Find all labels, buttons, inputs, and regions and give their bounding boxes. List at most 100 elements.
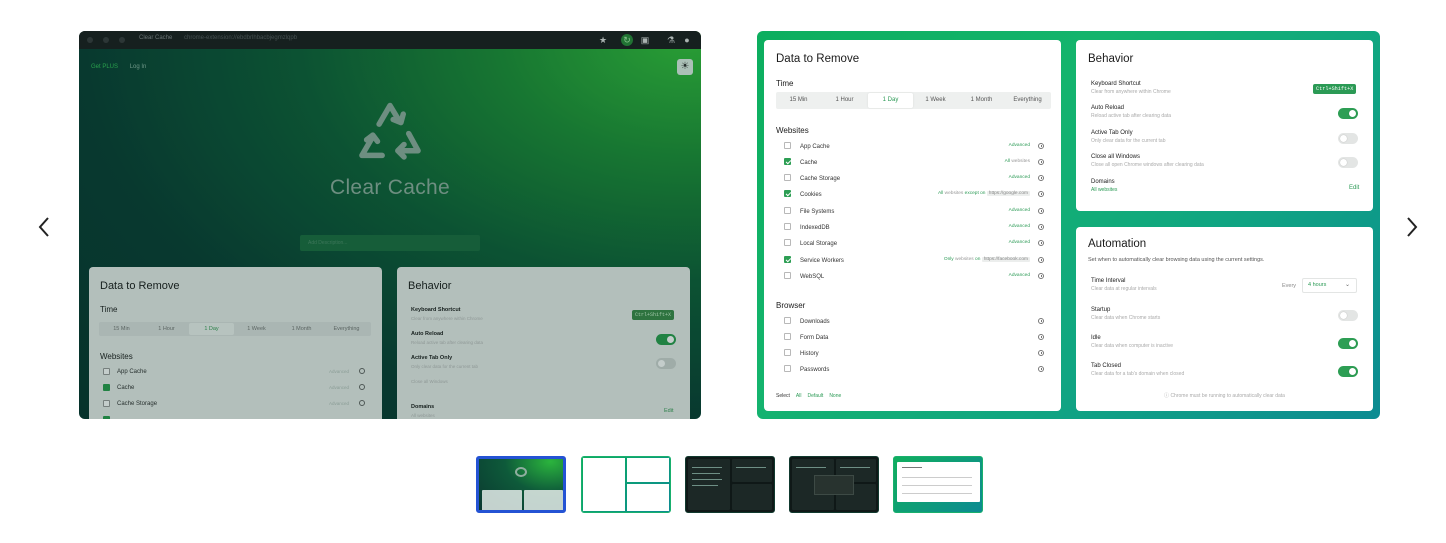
item-label: Cookies [800,192,822,198]
thumb-line [840,467,870,468]
checkbox [103,416,110,419]
browser-tab-title: Clear Cache [139,35,173,41]
mode-label: All websites except on https://google.co… [938,190,1030,198]
mode-part: Only [943,257,956,262]
time-label: Time [100,305,118,314]
active-tab-toggle [656,358,676,369]
setting-title: Close all Windows [1091,154,1141,160]
setting-title: Domains [411,404,435,410]
setting-title: Auto Reload [1091,105,1125,111]
time-option: 1 Hour [158,326,175,332]
browser-label: Browser [776,301,806,310]
star-icon: ★ [598,35,608,45]
profile-icon: ● [684,35,690,45]
checkbox [784,158,791,165]
thumb-line [692,479,722,480]
thumb-line [692,485,718,486]
slide-screenshot-main[interactable]: Clear Cache chrome-extension://ebdbrlhba… [79,31,701,419]
browser-url: chrome-extension://ebdbrlhbacbjegmzlqpb [184,35,298,41]
behavior-card: Behavior Keyboard Shortcut Clear from any… [1076,40,1373,211]
theme-toggle-icon: ☀ [677,59,693,75]
mode-label: Advanced [1008,208,1030,213]
item-label: Cache Storage [117,401,158,408]
checkbox [784,142,791,149]
item-label: File Systems [800,209,835,215]
thumb-line [902,477,972,478]
mode-label: Advanced [1008,143,1030,148]
info-icon [1038,191,1044,197]
setting-title: Idle [1091,335,1101,341]
card-title: Behavior [408,280,452,292]
behavior-card: Behavior Keyboard Shortcut Clear from an… [397,267,690,419]
checkbox [784,317,791,324]
thumb-line [902,485,972,486]
thumbnail-1-selected[interactable] [476,456,566,513]
list-item [103,416,117,419]
setting-desc: Only clear data for the current tab [411,364,479,369]
setting-row: Keyboard Shortcut Clear from anywhere wit… [1091,80,1171,96]
back-icon [87,37,93,43]
shortcut-badge: Ctrl+Shift+X [632,310,675,320]
thumb-card [524,490,563,510]
mode-label: Advanced [1008,273,1030,278]
websites-label: Websites [776,126,809,135]
list-item: Cache [784,158,817,167]
info-icon [1038,159,1044,165]
select-default-link: Default [807,393,824,399]
setting-title: Keyboard Shortcut [1091,81,1141,87]
auto-reload-toggle [1338,108,1358,119]
setting-desc: Close all open Chrome windows after clea… [1091,162,1204,168]
checkbox [784,239,791,246]
list-item: Downloads [784,317,830,326]
previous-slide-button[interactable] [32,210,56,244]
thumbnail-4[interactable] [789,456,879,513]
item-label: IndexedDB [800,225,830,231]
list-item: Cookies [784,190,822,199]
data-to-remove-card: Data to Remove Time 15 Min 1 Hour 1 Day … [89,267,382,419]
slide-screenshot-settings[interactable]: Data to Remove Time 15 Min 1 Hour 1 Day … [757,31,1380,419]
mode-label: Advanced [1008,175,1030,180]
time-option: Everything [1013,97,1042,103]
puzzle-icon: ▣ [640,35,650,45]
info-icon [359,368,365,374]
automation-card: Automation Set when to automatically cle… [1076,227,1373,411]
recycle-icon [359,102,421,160]
setting-row: Auto Reload Reload active tab after clear… [1091,104,1171,120]
setting-title: Active Tab Only [411,355,453,361]
setting-desc: Clear data when computer is inactive [1091,343,1173,349]
checkbox [103,368,110,375]
time-option: 1 Week [247,326,266,332]
thumbnail-3[interactable] [685,456,775,513]
checkbox [103,400,110,407]
every-label: Every [1282,283,1297,289]
time-option: 1 Week [925,97,946,103]
thumbnail-2[interactable] [581,456,671,513]
thumb-card [732,484,772,510]
mode-part: https://facebook.com [981,257,1030,262]
info-icon [1038,143,1044,149]
data-to-remove-card: Data to Remove Time 15 Min 1 Hour 1 Day … [764,40,1061,411]
select-label: Select [776,393,790,399]
info-icon [359,400,365,406]
setting-title: Startup [1091,307,1111,313]
item-label: Cache Storage [800,176,841,182]
time-option: Everything [333,326,360,332]
mode-part: except on [963,191,987,196]
setting-desc: Clear data when Chrome starts [1091,315,1161,321]
chevron-left-icon [38,217,49,237]
thumb-card [583,458,625,511]
websites-label: Websites [100,352,133,361]
setting-row: Domains All websites [1091,178,1117,194]
checkbox [784,223,791,230]
shortcut-badge: Ctrl+Shift+X [1313,84,1357,94]
thumb-line [692,467,722,468]
info-icon [1038,318,1044,324]
item-label: Passwords [800,367,830,373]
thumb-card [627,484,669,511]
checkbox [784,190,791,197]
setting-title: Keyboard Shortcut [411,307,461,313]
advanced-label: Advanced [329,369,350,374]
info-icon [1038,224,1044,230]
thumbnail-5[interactable] [893,456,983,513]
next-slide-button[interactable] [1400,210,1424,244]
